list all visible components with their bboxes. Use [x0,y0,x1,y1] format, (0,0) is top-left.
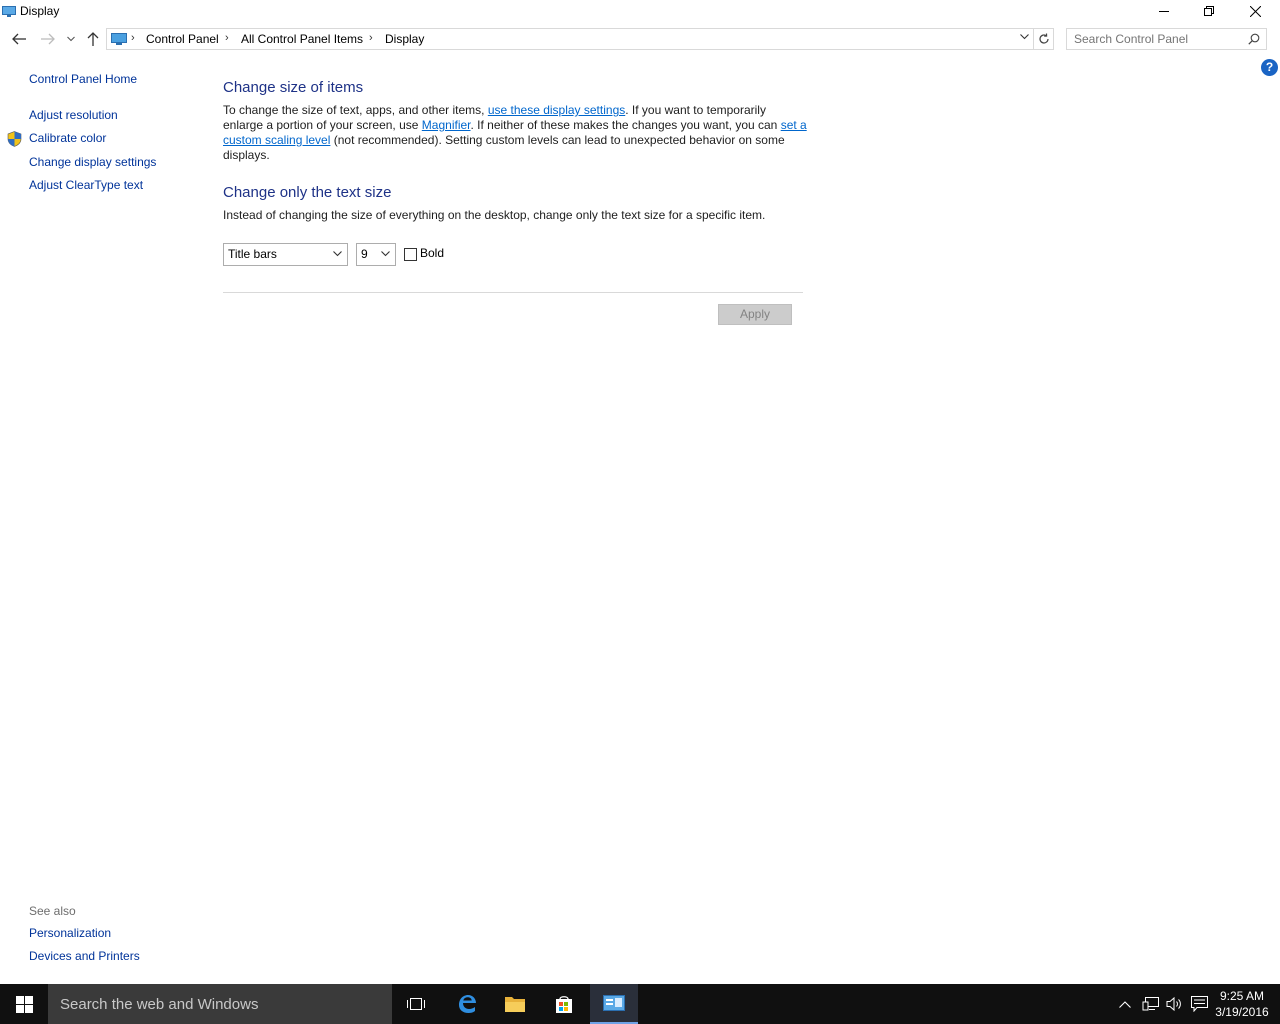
control-panel-taskbar-button[interactable] [590,984,638,1024]
section-description-change-size: To change the size of text, apps, and ot… [223,103,808,163]
refresh-button[interactable] [1034,28,1054,50]
magnifier-link[interactable]: Magnifier [422,118,471,132]
item-select-value: Title bars [228,247,277,261]
breadcrumb-control-panel[interactable]: Control Panel [146,32,219,46]
display-app-icon [2,6,16,17]
display-settings-link[interactable]: use these display settings [488,103,625,117]
see-also-devices-and-printers[interactable]: Devices and Printers [29,949,140,963]
forward-button[interactable] [38,30,58,48]
window-title: Display [20,4,60,18]
bold-label[interactable]: Bold [420,246,444,260]
chevron-down-icon [381,251,390,257]
apply-button[interactable]: Apply [718,304,792,325]
description-text: To change the size of text, apps, and ot… [223,103,488,117]
network-icon [1142,997,1159,1011]
breadcrumb-separator: › [369,32,373,44]
breadcrumb-display[interactable]: Display [385,32,424,46]
up-arrow-icon [87,32,99,46]
chevron-down-icon [333,251,342,257]
breadcrumb-separator: › [225,32,229,44]
minimize-button[interactable] [1141,0,1187,22]
title-bar: Display [0,0,1280,24]
store-icon [556,996,572,1013]
section-description-text-size: Instead of changing the size of everythi… [223,208,766,222]
section-title-text-size: Change only the text size [223,184,392,201]
sidebar-item-adjust-resolution[interactable]: Adjust resolution [29,108,118,122]
network-button[interactable] [1142,996,1160,1012]
search-box[interactable] [1066,28,1267,50]
address-bar[interactable]: › Control Panel › All Control Panel Item… [106,28,1034,50]
restore-button[interactable] [1186,0,1232,22]
taskbar: Search the web and Windows 9:25 AM 3/19/… [0,984,1280,1024]
close-icon [1249,5,1261,17]
volume-icon [1166,996,1181,1012]
breadcrumb-all-items[interactable]: All Control Panel Items [241,32,363,46]
clock-time: 9:25 AM [1219,989,1265,1003]
edge-button[interactable] [443,984,491,1024]
show-hidden-icons-button[interactable] [1118,996,1132,1012]
clock[interactable]: 9:25 AM 3/19/2016 [1210,988,1274,1020]
help-button[interactable]: ? [1261,59,1278,76]
folder-icon [505,997,525,1012]
windows-logo-icon [15,995,33,1013]
taskbar-search[interactable]: Search the web and Windows [48,984,392,1024]
back-arrow-icon [12,33,26,45]
item-select[interactable]: Title bars [223,243,348,266]
control-panel-icon [603,995,625,1011]
size-select[interactable]: 9 [356,243,396,266]
section-title-change-size: Change size of items [223,79,364,96]
task-view-button[interactable] [392,984,440,1024]
edge-icon [459,995,476,1013]
file-explorer-button[interactable] [491,984,539,1024]
divider [223,292,803,293]
action-center-icon [1190,996,1208,1012]
sidebar-item-adjust-cleartype[interactable]: Adjust ClearType text [29,178,143,192]
search-icon[interactable] [1248,33,1260,45]
sidebar-control-panel-home[interactable]: Control Panel Home [29,72,137,86]
see-also-heading: See also [29,904,76,918]
size-select-value: 9 [361,247,368,261]
refresh-icon [1038,33,1049,44]
address-dropdown-icon[interactable] [1020,34,1029,40]
back-button[interactable] [9,30,29,48]
recent-locations-button[interactable] [62,30,80,48]
chevron-down-icon [67,36,75,42]
description-text: . If neither of these makes the changes … [470,118,781,132]
store-button[interactable] [540,984,588,1024]
computer-icon [111,33,127,45]
bold-checkbox[interactable] [404,248,417,261]
shield-icon [7,131,22,147]
breadcrumb-separator: › [131,32,135,44]
forward-arrow-icon [41,33,55,45]
search-input[interactable] [1067,29,1247,49]
action-center-button[interactable] [1190,996,1208,1012]
clock-date: 3/19/2016 [1215,1005,1269,1019]
restore-icon [1204,6,1214,16]
up-button[interactable] [83,30,103,48]
see-also-personalization[interactable]: Personalization [29,926,111,940]
close-button[interactable] [1232,0,1278,22]
volume-button[interactable] [1166,996,1184,1012]
minimize-icon [1159,11,1169,12]
sidebar-item-change-display-settings[interactable]: Change display settings [29,155,156,169]
start-button[interactable] [0,984,48,1024]
taskbar-search-placeholder: Search the web and Windows [60,996,259,1013]
sidebar-item-calibrate-color[interactable]: Calibrate color [29,131,106,145]
task-view-icon [407,998,425,1010]
chevron-up-icon [1119,1000,1131,1008]
